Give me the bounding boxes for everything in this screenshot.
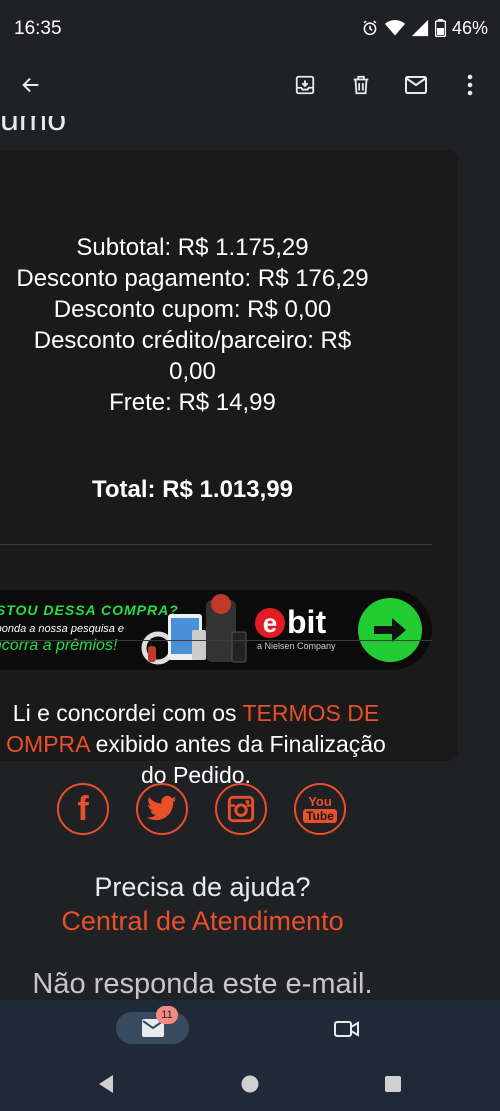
mark-unread-button[interactable] xyxy=(396,65,436,105)
shipping-line: Frete: R$ 14,99 xyxy=(109,389,276,416)
order-total: Total: R$ 1.013,99 xyxy=(92,476,293,503)
support-center-link[interactable]: Central de Atendimento xyxy=(0,906,405,937)
system-back-button[interactable] xyxy=(94,1072,118,1096)
youtube-icon-top: You xyxy=(308,794,332,809)
twitter-link[interactable] xyxy=(136,783,188,835)
facebook-icon: f xyxy=(77,789,89,828)
instagram-icon xyxy=(227,795,255,823)
battery-icon xyxy=(434,19,446,37)
youtube-icon-bottom: Tube xyxy=(303,809,337,823)
banner-subline: esponda a nossa pesquisa e xyxy=(0,623,125,635)
unread-badge: 11 xyxy=(156,1006,178,1024)
products-image xyxy=(141,594,247,665)
instagram-link[interactable] xyxy=(215,783,267,835)
system-navigation xyxy=(0,1058,500,1111)
signal-icon xyxy=(411,19,429,37)
payment-discount-line: Desconto pagamento: R$ 176,29 xyxy=(16,265,369,292)
home-circle-icon xyxy=(241,1075,259,1093)
email-body[interactable]: umo Subtotal: R$ 1.175,29 Desconto pagam… xyxy=(0,116,500,1000)
facebook-link[interactable]: f xyxy=(57,783,109,835)
ebit-survey-banner[interactable]: OSTOU DESSA COMPRA? esponda a nossa pesq… xyxy=(0,590,432,670)
youtube-link[interactable]: You Tube xyxy=(294,783,346,835)
system-recents-button[interactable] xyxy=(381,1072,405,1096)
credit-discount-value: 0,00 xyxy=(169,358,216,385)
archive-button[interactable] xyxy=(285,65,325,105)
back-button[interactable] xyxy=(11,65,51,105)
mail-icon xyxy=(405,76,427,94)
terms-link-continued[interactable]: OMPRA xyxy=(6,731,89,757)
terms-statement: Li e concordei com os TERMOS DE OMPRA ex… xyxy=(6,700,386,788)
video-camera-icon xyxy=(334,1021,359,1037)
status-time: 16:35 xyxy=(14,18,62,39)
status-icons: 46% xyxy=(361,17,488,39)
ebit-logo: e bit a Nielsen Company xyxy=(255,604,336,651)
no-reply-notice: Não responda este e-mail. xyxy=(32,968,373,1000)
social-links: f You Tube xyxy=(0,783,500,839)
app-bar xyxy=(0,58,500,116)
help-title: Precisa de ajuda? xyxy=(94,872,311,902)
order-summary-card: Subtotal: R$ 1.175,29 Desconto pagamento… xyxy=(0,150,458,788)
subtotal-line: Subtotal: R$ 1.175,29 xyxy=(76,234,309,261)
system-home-button[interactable] xyxy=(238,1072,262,1096)
twitter-icon xyxy=(146,795,177,821)
battery-percent: 46% xyxy=(451,17,488,38)
recents-square-icon xyxy=(385,1076,401,1092)
divider xyxy=(0,640,432,641)
archive-icon xyxy=(295,75,315,95)
coupon-discount-line: Desconto cupom: R$ 0,00 xyxy=(53,296,332,323)
more-options-button[interactable] xyxy=(450,65,490,105)
back-arrow-icon xyxy=(22,77,39,93)
terms-link[interactable]: TERMOS DE xyxy=(242,700,379,726)
delete-button[interactable] xyxy=(341,65,381,105)
trash-icon xyxy=(353,75,369,95)
divider xyxy=(0,544,432,545)
wifi-icon xyxy=(384,19,405,37)
section-heading: umo xyxy=(0,116,67,138)
status-bar: 16:35 46% xyxy=(0,0,500,58)
ebit-subtitle: a Nielsen Company xyxy=(257,641,336,651)
alarm-icon xyxy=(361,19,379,37)
back-triangle-icon xyxy=(99,1075,113,1093)
nav-meet-tab[interactable] xyxy=(333,1015,361,1043)
banner-go-button[interactable] xyxy=(358,598,422,662)
more-vert-icon xyxy=(467,74,473,96)
credit-discount-line: Desconto crédito/parceiro: R$ xyxy=(33,327,352,354)
nav-mail-tab[interactable]: 11 xyxy=(116,1006,189,1044)
bottom-navigation: 11 xyxy=(0,1000,500,1058)
